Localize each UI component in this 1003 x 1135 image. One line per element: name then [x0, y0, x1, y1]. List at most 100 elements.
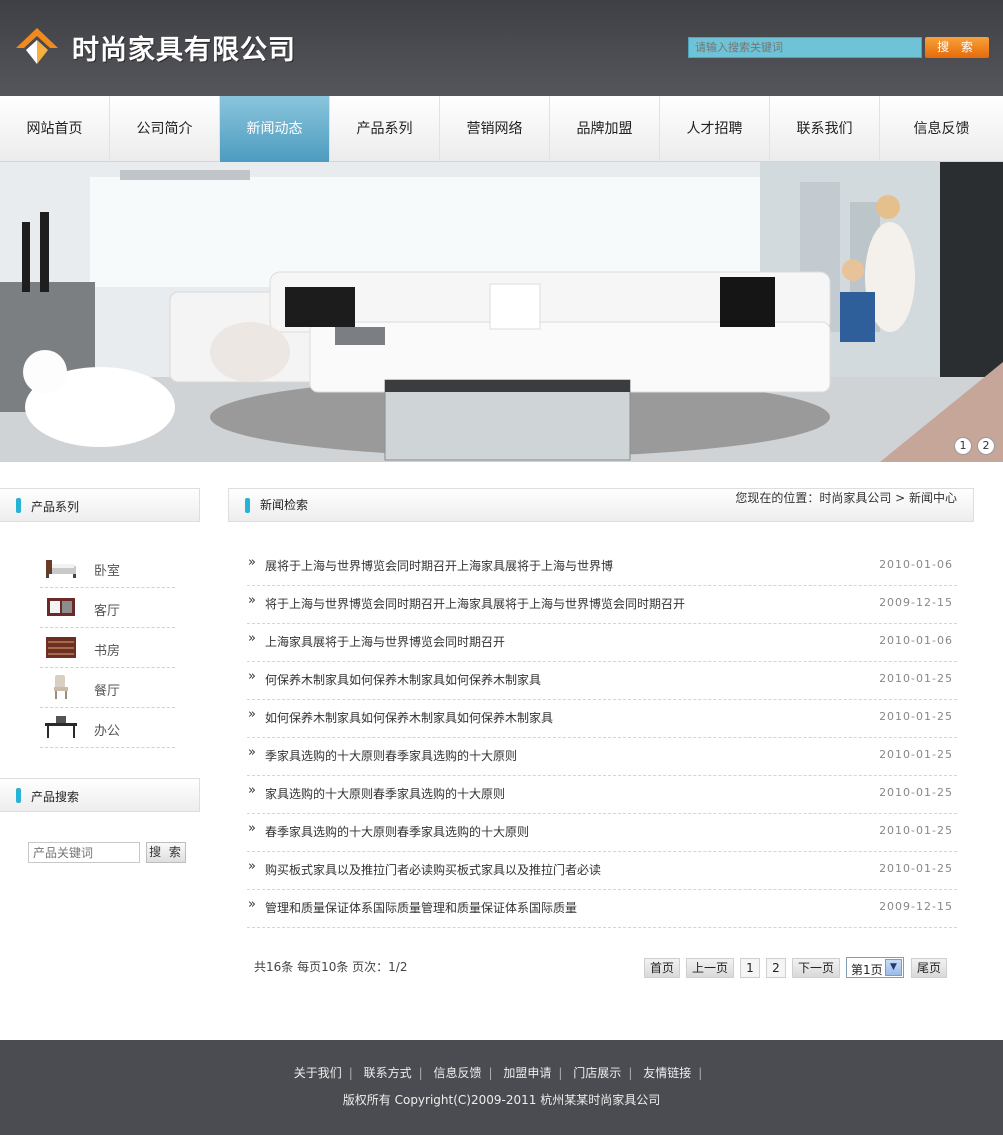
footer-separator: |	[558, 1066, 563, 1080]
nav-item-feedback[interactable]: 信息反馈	[880, 96, 1003, 162]
double-chevron-right-icon: »	[248, 859, 256, 874]
news-item[interactable]: » 季家具选购的十大原则春季家具选购的十大原则 2010-01-25	[247, 738, 957, 776]
pager-select-value: 第1页	[851, 963, 883, 977]
category-label: 餐厅	[94, 684, 121, 699]
news-item[interactable]: » 春季家具选购的十大原则春季家具选购的十大原则 2010-01-25	[247, 814, 957, 852]
footer: 关于我们 | 联系方式 | 信息反馈 | 加盟申请 | 门店展示 | 友情链接 | 版权所有…	[0, 1040, 1003, 1135]
nav-item-contact[interactable]: 联系我们	[770, 96, 880, 162]
double-chevron-right-icon: »	[248, 707, 256, 722]
pager-last-button[interactable]: 尾页	[911, 958, 947, 978]
pager-next-button[interactable]: 下一页	[792, 958, 840, 978]
footer-link-stores[interactable]: 门店展示	[573, 1066, 621, 1080]
bed-icon	[46, 560, 76, 578]
pager-page-1[interactable]: 1	[740, 958, 760, 978]
product-search-input[interactable]	[28, 842, 140, 863]
logo-text: 时尚家具有限公司	[72, 35, 296, 66]
search-input[interactable]	[688, 37, 922, 58]
news-date: 2010-01-25	[879, 824, 953, 837]
footer-separator: |	[488, 1066, 493, 1080]
news-title[interactable]: 将于上海与世界博览会同时期召开上海家具展将于上海与世界博览会同时期召开	[265, 595, 685, 612]
category-label: 卧室	[94, 564, 121, 579]
chevron-down-icon: ▼	[885, 959, 902, 976]
nav-item-news[interactable]: 新闻动态	[220, 96, 330, 162]
chair-icon	[54, 675, 68, 699]
logo-icon	[16, 28, 58, 64]
news-date: 2010-01-25	[879, 862, 953, 875]
news-item[interactable]: » 家具选购的十大原则春季家具选购的十大原则 2010-01-25	[247, 776, 957, 814]
banner-dot-2[interactable]: 2	[977, 437, 995, 455]
news-date: 2010-01-06	[879, 558, 953, 571]
nav-item-jobs[interactable]: 人才招聘	[660, 96, 770, 162]
footer-link-feedback[interactable]: 信息反馈	[434, 1066, 482, 1080]
news-item[interactable]: » 何保养木制家具如何保养木制家具如何保养木制家具 2010-01-25	[247, 662, 957, 700]
header-accent-bar	[16, 498, 21, 513]
double-chevron-right-icon: »	[248, 745, 256, 760]
news-date: 2010-01-25	[879, 748, 953, 761]
news-date: 2010-01-06	[879, 634, 953, 647]
category-label: 客厅	[94, 604, 121, 619]
header-accent-bar	[245, 498, 250, 513]
copyright: 版权所有 Copyright(C)2009-2011 杭州某某时尚家具公司	[342, 1093, 661, 1107]
news-item[interactable]: » 管理和质量保证体系国际质量管理和质量保证体系国际质量 2009-12-15	[247, 890, 957, 928]
bookshelf-icon	[46, 637, 76, 658]
pager-first-button[interactable]: 首页	[644, 958, 680, 978]
footer-separator: |	[698, 1066, 703, 1080]
news-item[interactable]: » 上海家具展将于上海与世界博览会同时期召开 2010-01-06	[247, 624, 957, 662]
footer-link-franchise[interactable]: 加盟申请	[503, 1066, 551, 1080]
page: 时尚家具有限公司 搜 索 网站首页 公司简介 新闻动态 产品系列 营销网络 品牌…	[0, 0, 1003, 1135]
double-chevron-right-icon: »	[248, 821, 256, 836]
news-date: 2010-01-25	[879, 710, 953, 723]
nav-item-home[interactable]: 网站首页	[0, 96, 110, 162]
news-title[interactable]: 何保养木制家具如何保养木制家具如何保养木制家具	[265, 671, 541, 688]
footer-link-contact[interactable]: 联系方式	[364, 1066, 412, 1080]
nav-item-franchise[interactable]: 品牌加盟	[550, 96, 660, 162]
product-series-title: 产品系列	[31, 500, 80, 514]
desk-icon	[45, 716, 77, 738]
category-label: 办公	[94, 724, 121, 739]
category-item-office[interactable]: 办公	[40, 708, 175, 748]
cabinet-icon	[47, 598, 75, 616]
category-item-bedroom[interactable]: 卧室	[40, 548, 175, 588]
news-title[interactable]: 春季家具选购的十大原则春季家具选购的十大原则	[265, 823, 529, 840]
news-item[interactable]: » 如何保养木制家具如何保养木制家具如何保养木制家具 2010-01-25	[247, 700, 957, 738]
news-date: 2009-12-15	[879, 900, 953, 913]
footer-links: 关于我们 | 联系方式 | 信息反馈 | 加盟申请 | 门店展示 | 友情链接 |	[0, 1064, 1003, 1081]
search-button[interactable]: 搜 索	[925, 37, 989, 58]
news-item[interactable]: » 展将于上海与世界博览会同时期召开上海家具展将于上海与世界博 2010-01-…	[247, 548, 957, 586]
news-item[interactable]: » 购买板式家具以及推拉门者必读购买板式家具以及推拉门者必读 2010-01-2…	[247, 852, 957, 890]
double-chevron-right-icon: »	[248, 631, 256, 646]
living-room-illustration	[0, 162, 1003, 462]
product-search-title: 产品搜索	[31, 790, 80, 804]
category-item-dining[interactable]: 餐厅	[40, 668, 175, 708]
banner-image	[0, 162, 1003, 462]
nav-item-network[interactable]: 营销网络	[440, 96, 550, 162]
double-chevron-right-icon: »	[248, 783, 256, 798]
header-accent-bar	[16, 788, 21, 803]
product-search-button[interactable]: 搜 索	[146, 842, 186, 863]
news-item[interactable]: » 将于上海与世界博览会同时期召开上海家具展将于上海与世界博览会同时期召开 20…	[247, 586, 957, 624]
category-item-living-room[interactable]: 客厅	[40, 588, 175, 628]
nav-item-products[interactable]: 产品系列	[330, 96, 440, 162]
pager-info: 共16条 每页10条 页次：1/2	[254, 960, 408, 974]
pager-page-select[interactable]: 第1页 ▼	[846, 957, 904, 978]
nav-item-about[interactable]: 公司简介	[110, 96, 220, 162]
footer-link-friends[interactable]: 友情链接	[643, 1066, 691, 1080]
news-title[interactable]: 展将于上海与世界博览会同时期召开上海家具展将于上海与世界博	[265, 557, 613, 574]
news-title[interactable]: 家具选购的十大原则春季家具选购的十大原则	[265, 785, 505, 802]
news-title[interactable]: 上海家具展将于上海与世界博览会同时期召开	[265, 633, 505, 650]
news-title[interactable]: 季家具选购的十大原则春季家具选购的十大原则	[265, 747, 517, 764]
news-title[interactable]: 购买板式家具以及推拉门者必读购买板式家具以及推拉门者必读	[265, 861, 601, 878]
double-chevron-right-icon: »	[248, 593, 256, 608]
news-section-header: 新闻检索 您现在的位置：时尚家具公司 > 新闻中心	[228, 488, 974, 522]
footer-link-about[interactable]: 关于我们	[294, 1066, 342, 1080]
footer-separator: |	[418, 1066, 423, 1080]
double-chevron-right-icon: »	[248, 555, 256, 570]
category-item-study[interactable]: 书房	[40, 628, 175, 668]
breadcrumb: 您现在的位置：时尚家具公司 > 新闻中心	[735, 491, 957, 505]
product-series-header: 产品系列	[0, 488, 200, 522]
pager-prev-button[interactable]: 上一页	[686, 958, 734, 978]
news-title[interactable]: 如何保养木制家具如何保养木制家具如何保养木制家具	[265, 709, 553, 726]
pager-page-2[interactable]: 2	[766, 958, 786, 978]
banner-dot-1[interactable]: 1	[954, 437, 972, 455]
news-title[interactable]: 管理和质量保证体系国际质量管理和质量保证体系国际质量	[265, 899, 577, 916]
